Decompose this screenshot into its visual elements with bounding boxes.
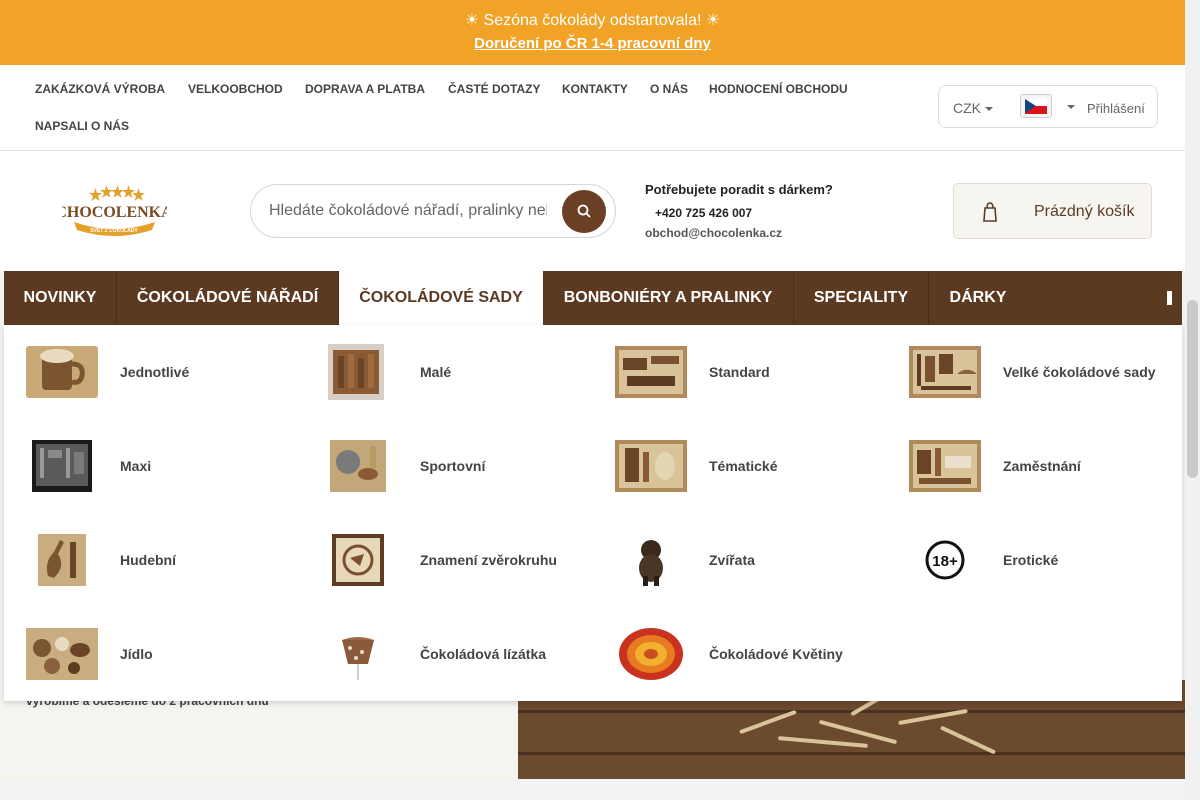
topnav-wholesale[interactable]: Velkoobchod [188,82,283,96]
contact-question: Potřebujete poradit s dárkem? [645,182,833,197]
category-eroticke[interactable]: 18+ Erotické [907,524,1197,594]
music-set-icon [38,534,86,586]
cart-button[interactable]: Prázdný košík [953,183,1152,239]
banner-headline: ☀ Sezóna čokolády odstartovala! ☀ [464,12,721,29]
chocolate-lollipop-icon [342,637,374,680]
nav-chocolate-sets[interactable]: Čokoládové sady [339,271,543,325]
banner-delivery-link[interactable]: Doručení po ČR 1-4 pracovní dny [0,35,1185,52]
cart-label: Prázdný košík [1034,203,1135,220]
category-label: Maxi [120,458,152,474]
small-tools-box-icon [328,344,384,400]
logo-subtitle: SVĚT Z ČOKOLÁDY [90,226,138,234]
category-hudebni[interactable]: Hudební [24,524,314,594]
email-link[interactable]: obchod@chocolenka.cz [645,226,782,240]
category-lizatka[interactable]: Čokoládová lízátka [324,618,614,688]
czech-flag-icon[interactable] [1020,94,1052,118]
zodiac-tile-icon [332,534,384,586]
category-zvirata[interactable]: Zvířata [613,524,903,594]
18-plus-icon: 18+ [925,540,965,580]
nav-chocolate-tools[interactable]: Čokoládové nářadí [117,271,339,325]
category-label: Velké čokoládové sady [1003,364,1156,380]
page-scrollbar[interactable] [1185,0,1200,800]
site-header: CHOCOLENKA SVĚT Z ČOKOLÁDY Potřebujete p… [0,151,1185,271]
nav-novinky[interactable]: Novinky [4,271,117,325]
scrollbar-thumb[interactable] [1187,300,1198,478]
topnav-shop-reviews[interactable]: Hodnocení obchodu [709,82,848,96]
phone-link[interactable]: +420 725 426 007 [655,206,752,220]
page: vyrobíme a odešleme do 2 pracovních dnů … [0,0,1200,800]
category-standard[interactable]: Standard [613,336,903,406]
search-icon [577,204,591,218]
topnav-shipping-payment[interactable]: Doprava a platba [305,82,425,96]
big-set-icon [909,346,981,398]
category-label: Znamení zvěrokruhu [420,552,557,568]
nav-specialities[interactable]: Speciality [794,271,929,325]
login-link[interactable]: Přihlášení [1087,101,1145,116]
category-maxi[interactable]: Maxi [24,430,314,500]
category-zamestnani[interactable]: Zaměstnání [907,430,1197,500]
beer-mug-icon [26,346,98,398]
topnav-press[interactable]: Napsali o nás [35,119,129,133]
topnav-about[interactable]: O nás [650,82,688,96]
chocolenka-logo[interactable]: CHOCOLENKA SVĚT Z ČOKOLÁDY [55,184,173,239]
category-velke-sady[interactable]: Velké čokoládové sady [907,336,1197,406]
category-male[interactable]: Malé [324,336,614,406]
category-label: Čokoládová lízátka [420,646,547,662]
category-label: Čokoládové Květiny [709,646,843,662]
chocolate-dog-icon [639,540,663,586]
category-tematicke[interactable]: Tématické [613,430,903,500]
account-box: CZK Přihlášení [938,85,1158,128]
standard-set-icon [615,346,687,398]
food-set-icon [26,628,98,680]
topnav-contacts[interactable]: Kontakty [562,82,628,96]
category-sportovni[interactable]: Sportovní [324,430,614,500]
category-kvetiny[interactable]: Čokoládové Květiny [613,618,903,688]
search-button[interactable] [562,190,606,233]
svg-text:18+: 18+ [932,553,958,570]
chocolate-rose-icon [619,628,683,680]
nav-bonbonieres[interactable]: Bonboniéry a pralinky [543,271,794,325]
logo-text: CHOCOLENKA [62,204,167,221]
contact-block: Potřebujete poradit s dárkem? +420 725 4… [645,182,833,240]
nav-gifts[interactable]: Dárky [929,271,1027,325]
topnav-custom-production[interactable]: Zakázková výroba [35,82,165,96]
category-label: Zvířata [709,552,755,568]
category-label: Standard [709,364,770,380]
more-menu-icon[interactable] [1167,291,1172,305]
sport-set-icon [330,440,386,492]
search-input[interactable] [269,200,547,222]
category-label: Jednotlivé [120,364,190,380]
category-label: Tématické [709,458,778,474]
category-label: Erotické [1003,552,1059,568]
category-jednotlive[interactable]: Jednotlivé [24,336,314,406]
category-jidlo[interactable]: Jídlo [24,618,314,688]
category-label: Malé [420,364,452,380]
category-label: Hudební [120,552,176,568]
category-zverokruh[interactable]: Znamení zvěrokruhu [324,524,614,594]
category-label: Jídlo [120,646,153,662]
category-label: Zaměstnání [1003,458,1081,474]
category-label: Sportovní [420,458,486,474]
main-navigation: Novinky Čokoládové nářadí Čokoládové sad… [4,271,1182,325]
job-set-icon [909,440,981,492]
language-chevron-down-icon[interactable] [1067,105,1075,109]
cart-icon [982,201,998,223]
promo-banner: ☀ Sezóna čokolády odstartovala! ☀ Doruče… [0,0,1185,65]
currency-label: CZK [953,100,981,116]
topnav-faq[interactable]: Časté dotazy [448,82,540,96]
sets-dropdown: Jednotlivé Malé Standard Velké čokoládov… [4,325,1182,701]
search-box [250,184,616,238]
maxi-set-icon [32,440,92,492]
themed-set-icon [615,440,687,492]
currency-select[interactable]: CZK [953,100,993,116]
chevron-down-icon [985,107,993,112]
